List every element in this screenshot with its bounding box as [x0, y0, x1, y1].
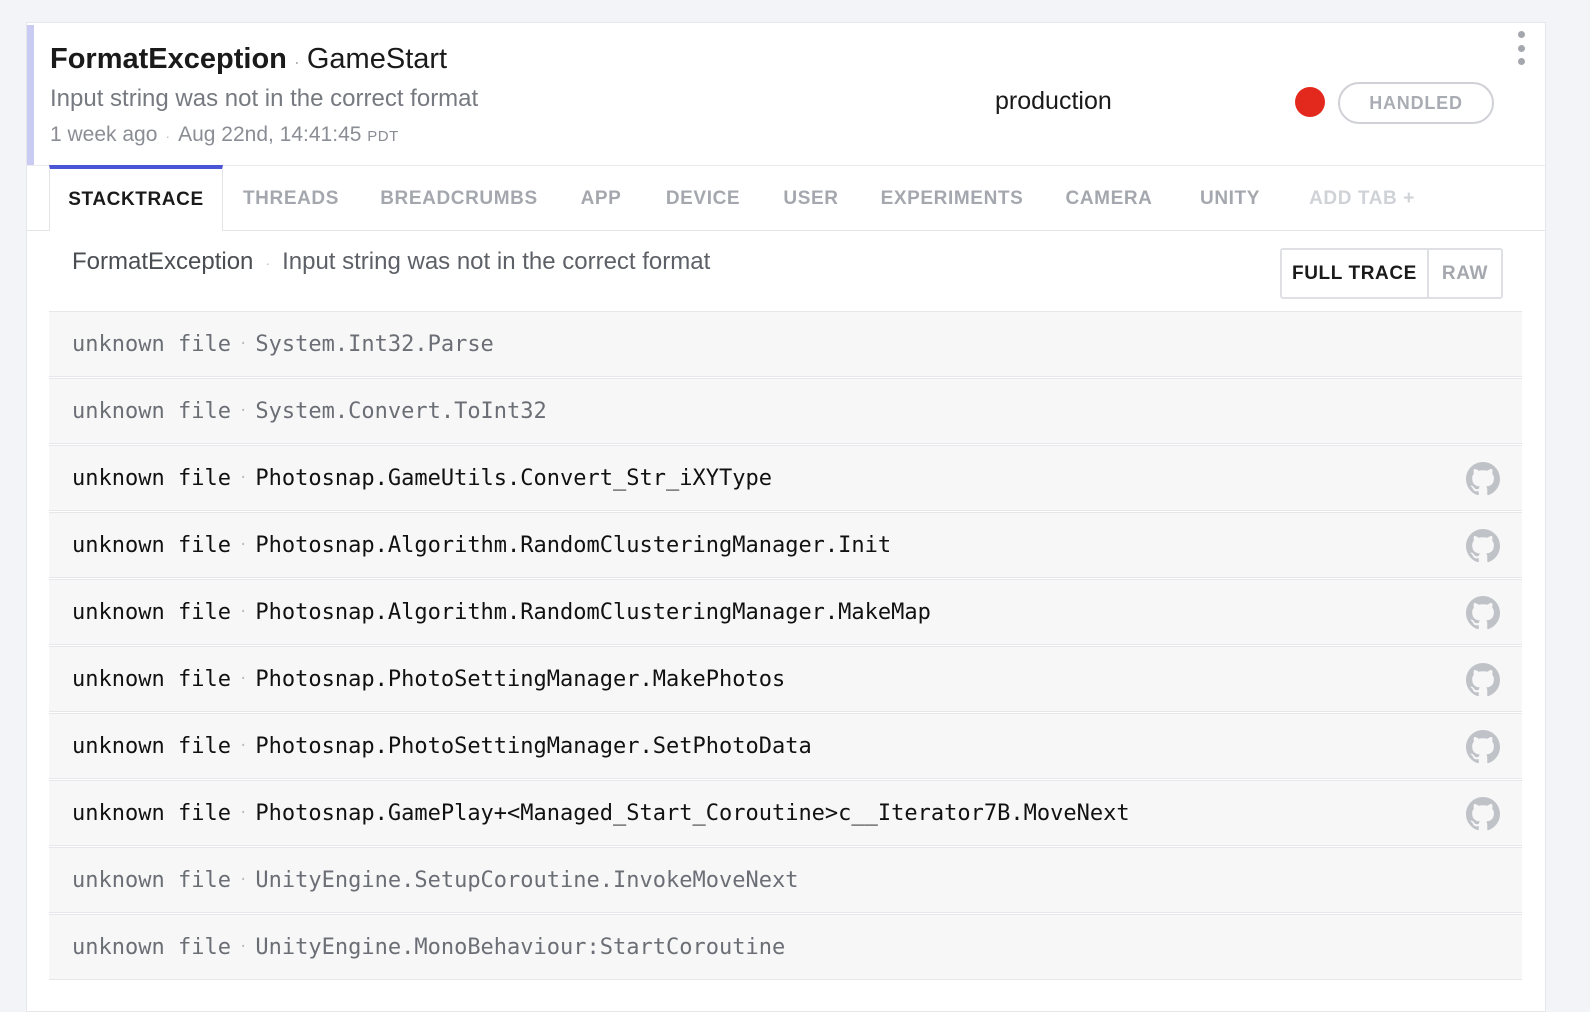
tab-unity[interactable]: UNITY [1173, 166, 1287, 231]
frame-file: unknown file [72, 934, 231, 960]
error-class: FormatException [50, 43, 287, 75]
error-context: GameStart [306, 43, 448, 75]
frame-file: unknown file [72, 733, 231, 759]
stack-frame-row[interactable]: unknown file · System.Convert.ToInt32 [49, 378, 1522, 444]
frame-method: UnityEngine.SetupCoroutine.InvokeMoveNex… [255, 867, 799, 893]
event-tabs: STACKTRACE THREADS BREADCRUMBS APP DEVIC… [27, 165, 1545, 231]
stack-frame-row[interactable]: unknown file · UnityEngine.MonoBehaviour:S… [49, 914, 1522, 980]
frame-file: unknown file [72, 465, 231, 491]
event-card: FormatException · GameStart Input string… [26, 22, 1546, 1012]
tab-stacktrace[interactable]: STACKTRACE [49, 165, 223, 231]
tab-experiments[interactable]: EXPERIMENTS [859, 166, 1045, 231]
frame-method: Photosnap.Algorithm.RandomClusteringMana… [255, 532, 892, 558]
stack-frames: unknown file · System.Int32.Parse unknown f… [49, 311, 1522, 981]
frame-file: unknown file [72, 599, 231, 625]
release-stage: production [995, 87, 1112, 115]
frame-method: System.Int32.Parse [255, 331, 494, 357]
raw-button[interactable]: RAW [1429, 250, 1501, 297]
frame-method: Photosnap.PhotoSettingManager.MakePhotos [255, 666, 786, 692]
github-icon[interactable] [1466, 797, 1500, 831]
frame-method: Photosnap.GameUtils.Convert_Str_iXYType [255, 465, 772, 491]
timezone: PDT [367, 128, 399, 145]
exception-summary: FormatException · Input string was not in … [72, 248, 711, 275]
tab-threads[interactable]: THREADS [223, 166, 359, 231]
stack-frame-row[interactable]: unknown file · UnityEngine.SetupCoroutine.… [49, 847, 1522, 913]
stack-frame-row[interactable]: unknown file · Photosnap.Algorithm.RandomC… [49, 579, 1522, 645]
exception-class: FormatException [72, 248, 254, 275]
stack-frame-row[interactable]: unknown file · Photosnap.Algorithm.RandomC… [49, 512, 1522, 578]
frame-file: unknown file [72, 666, 231, 692]
frame-method: UnityEngine.MonoBehaviour:StartCoroutine [255, 934, 786, 960]
title-separator: · [293, 52, 300, 72]
frame-file: unknown file [72, 398, 231, 424]
github-icon[interactable] [1466, 462, 1500, 496]
severity-indicator [1295, 87, 1325, 117]
full-trace-button[interactable]: FULL TRACE [1282, 250, 1429, 297]
relative-time: 1 week ago [50, 123, 158, 146]
tab-user[interactable]: USER [763, 166, 859, 231]
event-title: FormatException · GameStart [50, 43, 447, 79]
stack-frame-row[interactable]: unknown file · Photosnap.PhotoSettingManag… [49, 646, 1522, 712]
stack-frame-row[interactable]: unknown file · Photosnap.PhotoSettingManag… [49, 713, 1522, 779]
event-accent-bar [27, 25, 34, 165]
github-icon[interactable] [1466, 730, 1500, 764]
exception-message: Input string was not in the correct form… [282, 248, 711, 275]
frame-file: unknown file [72, 867, 231, 893]
stack-frame-row[interactable]: unknown file · Photosnap.GameUtils.Convert… [49, 445, 1522, 511]
frame-method: Photosnap.PhotoSettingManager.SetPhotoDa… [255, 733, 812, 759]
timestamp: Aug 22nd, 14:41:45 [178, 123, 362, 146]
tab-app[interactable]: APP [559, 166, 643, 231]
error-message: Input string was not in the correct form… [50, 85, 479, 112]
frame-method: Photosnap.Algorithm.RandomClusteringMana… [255, 599, 931, 625]
frame-method: Photosnap.GamePlay+<Managed_Start_Corout… [255, 800, 1130, 826]
github-icon[interactable] [1466, 596, 1500, 630]
tab-camera[interactable]: CAMERA [1045, 166, 1173, 231]
add-tab-button[interactable]: ADD TAB + [1287, 166, 1437, 231]
github-icon[interactable] [1466, 663, 1500, 697]
frame-method: System.Convert.ToInt32 [255, 398, 547, 424]
stack-frame-row[interactable]: unknown file · System.Int32.Parse [49, 311, 1522, 377]
tab-device[interactable]: DEVICE [643, 166, 763, 231]
trace-view-toggle: FULL TRACE RAW [1280, 248, 1503, 299]
frame-file: unknown file [72, 800, 231, 826]
event-time: 1 week ago · Aug 22nd, 14:41:45 PDT [50, 123, 399, 146]
handled-badge: HANDLED [1338, 82, 1494, 124]
github-icon[interactable] [1466, 529, 1500, 563]
stack-frame-row[interactable]: unknown file · Photosnap.GamePlay+<Managed… [49, 780, 1522, 846]
vertical-ellipsis-icon[interactable] [1511, 31, 1531, 65]
tab-breadcrumbs[interactable]: BREADCRUMBS [359, 166, 559, 231]
frame-file: unknown file [72, 532, 231, 558]
frame-file: unknown file [72, 331, 231, 357]
